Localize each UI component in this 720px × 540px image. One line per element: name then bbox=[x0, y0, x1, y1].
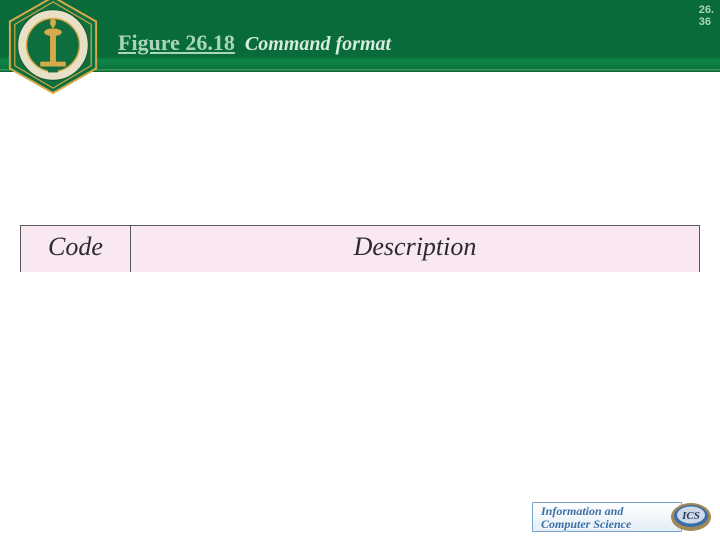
col-header-description: Description bbox=[131, 226, 700, 273]
slide-header: 26. 36 Figure 26.18 Command format bbox=[0, 0, 720, 72]
svg-text:ICS: ICS bbox=[681, 510, 700, 522]
department-logo: Information and Computer Science ICS bbox=[532, 500, 712, 534]
dept-line1: Information and bbox=[541, 505, 681, 517]
department-name-box: Information and Computer Science bbox=[532, 502, 682, 532]
page-number-bottom: 36 bbox=[699, 16, 711, 28]
figure-title-area: Figure 26.18 Command format bbox=[118, 30, 391, 56]
slide-content: Code Description bbox=[20, 225, 700, 272]
command-format-table: Code Description bbox=[20, 225, 700, 272]
page-number: 26. 36 bbox=[699, 4, 714, 28]
ics-badge-icon: ICS bbox=[670, 500, 712, 534]
header-divider bbox=[0, 69, 720, 72]
dept-line2: Computer Science bbox=[541, 518, 681, 530]
university-logo bbox=[4, 0, 102, 94]
col-header-code: Code bbox=[21, 226, 131, 273]
page-number-top: 26. bbox=[699, 4, 714, 16]
table-header-row: Code Description bbox=[21, 226, 700, 273]
figure-title: Command format bbox=[245, 33, 391, 56]
figure-number: Figure 26.18 bbox=[118, 30, 235, 56]
